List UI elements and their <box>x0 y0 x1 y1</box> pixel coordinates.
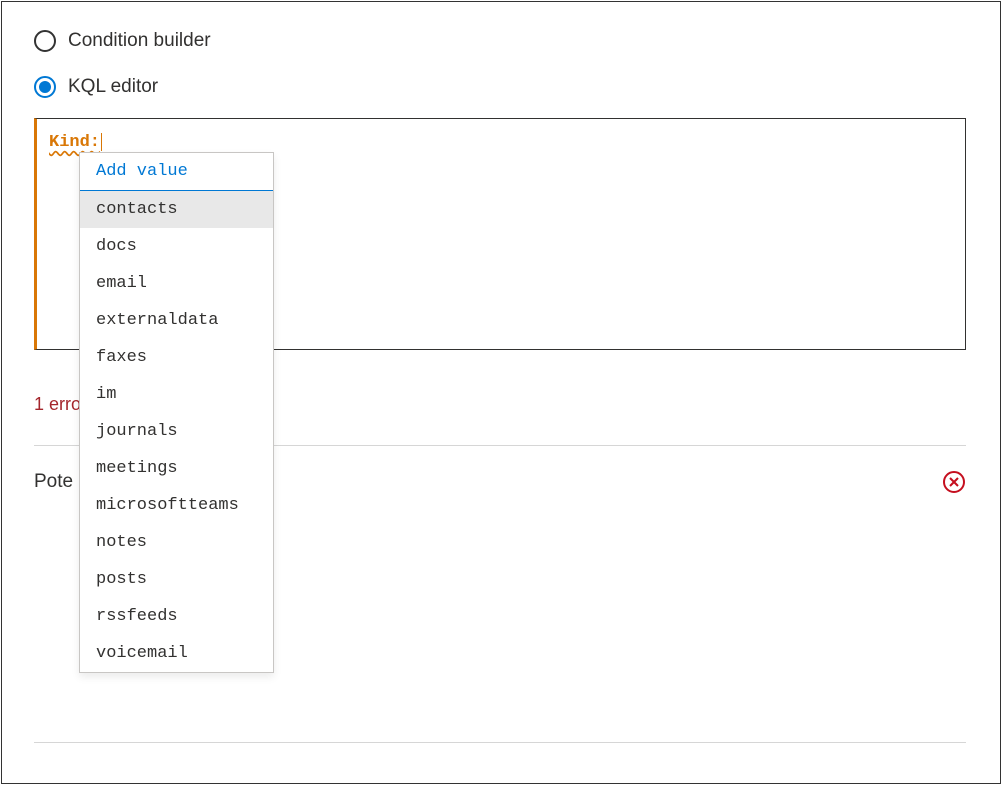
editor-mode-radio-group: Condition builder KQL editor <box>34 30 968 98</box>
potential-results-label: Pote <box>34 471 73 493</box>
radio-condition-builder[interactable]: Condition builder <box>34 30 968 52</box>
autocomplete-item-journals[interactable]: journals <box>80 413 273 450</box>
section-divider <box>34 742 966 743</box>
autocomplete-item-im[interactable]: im <box>80 376 273 413</box>
autocomplete-item-voicemail[interactable]: voicemail <box>80 635 273 672</box>
circle-x-icon <box>942 470 966 494</box>
autocomplete-item-externaldata[interactable]: externaldata <box>80 302 273 339</box>
autocomplete-item-faxes[interactable]: faxes <box>80 339 273 376</box>
autocomplete-dropdown: Add value contacts docs email externalda… <box>79 152 274 673</box>
autocomplete-item-microsoftteams[interactable]: microsoftteams <box>80 487 273 524</box>
radio-label: KQL editor <box>68 76 158 98</box>
radio-circle-selected-icon <box>34 76 56 98</box>
editor-token-kind: Kind: <box>49 133 100 152</box>
autocomplete-header: Add value <box>80 153 273 191</box>
text-cursor-icon <box>101 133 102 151</box>
autocomplete-item-rssfeeds[interactable]: rssfeeds <box>80 598 273 635</box>
autocomplete-item-meetings[interactable]: meetings <box>80 450 273 487</box>
autocomplete-item-email[interactable]: email <box>80 265 273 302</box>
radio-circle-icon <box>34 30 56 52</box>
radio-kql-editor[interactable]: KQL editor <box>34 76 968 98</box>
autocomplete-item-notes[interactable]: notes <box>80 524 273 561</box>
radio-label: Condition builder <box>68 30 211 52</box>
panel-container: Condition builder KQL editor Kind: Add v… <box>1 1 1001 784</box>
autocomplete-item-docs[interactable]: docs <box>80 228 273 265</box>
autocomplete-item-contacts[interactable]: contacts <box>80 191 273 228</box>
error-status-icon <box>942 470 966 494</box>
kql-editor-textarea[interactable]: Kind: Add value contacts docs email exte… <box>34 118 966 350</box>
autocomplete-item-posts[interactable]: posts <box>80 561 273 598</box>
radio-inner-dot-icon <box>39 81 51 93</box>
